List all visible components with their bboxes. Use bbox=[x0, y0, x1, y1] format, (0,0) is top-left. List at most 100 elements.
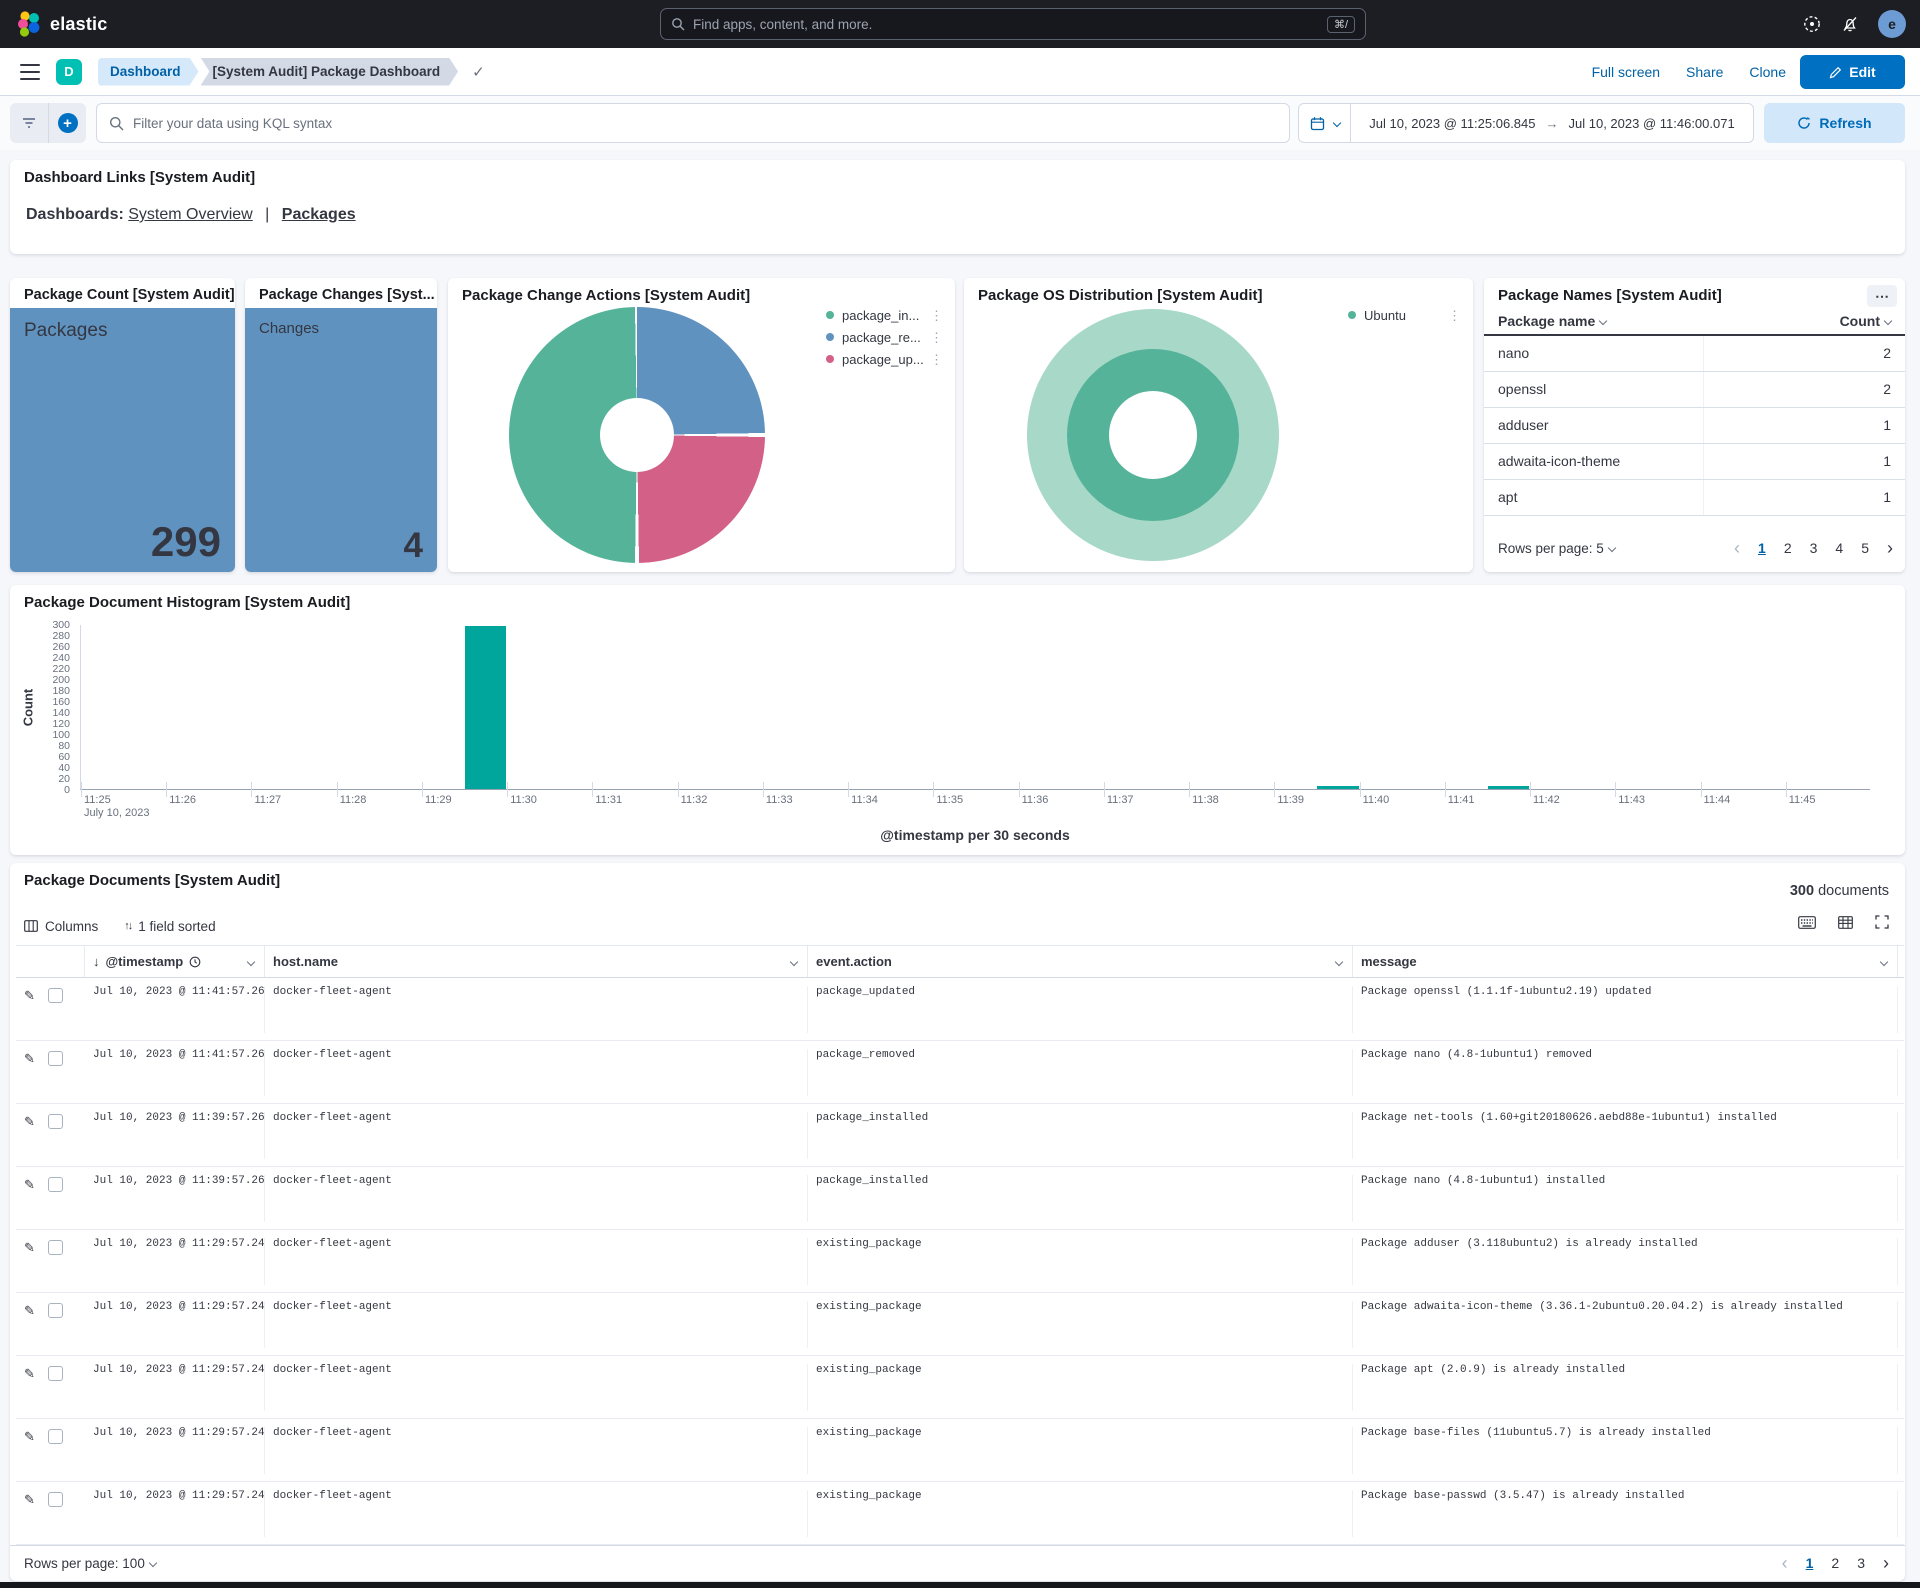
columns-button[interactable]: Columns bbox=[24, 919, 98, 934]
edit-row-icon[interactable]: ✎ bbox=[24, 1366, 35, 1382]
donut-chart[interactable] bbox=[1027, 309, 1279, 561]
help-icon[interactable] bbox=[1802, 14, 1822, 34]
column-header-timestamp[interactable]: ↓ @timestamp bbox=[85, 946, 265, 977]
y-axis-tick-label: 160 bbox=[10, 696, 70, 708]
row-checkbox[interactable] bbox=[48, 1177, 63, 1192]
page-3-button[interactable]: 3 bbox=[1810, 540, 1818, 556]
column-header-action[interactable]: event.action bbox=[808, 946, 1353, 977]
next-page-icon[interactable]: › bbox=[1883, 1554, 1889, 1572]
row-checkbox[interactable] bbox=[48, 1051, 63, 1066]
timestamp-cell: Jul 10, 2023 @ 11:29:57.246 bbox=[85, 1490, 265, 1537]
histogram-bar[interactable] bbox=[1488, 786, 1529, 789]
next-page-icon[interactable]: › bbox=[1887, 539, 1893, 557]
x-axis-tick-label: 11:33 bbox=[766, 794, 793, 806]
edit-row-icon[interactable]: ✎ bbox=[24, 1429, 35, 1445]
edit-row-icon[interactable]: ✎ bbox=[24, 1177, 35, 1193]
row-checkbox[interactable] bbox=[48, 988, 63, 1003]
panel-options-icon[interactable]: ⋯ bbox=[1867, 285, 1897, 307]
action-cell: package_removed bbox=[808, 1049, 1353, 1096]
host-cell: docker-fleet-agent bbox=[265, 1175, 808, 1222]
previous-page-icon[interactable]: ‹ bbox=[1782, 1554, 1788, 1572]
page-1-button[interactable]: 1 bbox=[1758, 540, 1766, 556]
edit-row-icon[interactable]: ✎ bbox=[24, 988, 35, 1004]
previous-page-icon[interactable]: ‹ bbox=[1734, 539, 1740, 557]
calendar-icon[interactable] bbox=[1299, 104, 1351, 142]
row-checkbox[interactable] bbox=[48, 1492, 63, 1507]
dashboard-app-badge[interactable]: D bbox=[56, 59, 82, 85]
menu-icon[interactable] bbox=[20, 64, 40, 80]
page-2-button[interactable]: 2 bbox=[1784, 540, 1792, 556]
avatar[interactable]: e bbox=[1878, 10, 1906, 38]
display-options-icon[interactable] bbox=[1838, 916, 1853, 929]
package-count-cell: 1 bbox=[1883, 489, 1891, 505]
row-checkbox[interactable] bbox=[48, 1303, 63, 1318]
table-row: adduser1 bbox=[1484, 408, 1905, 444]
rows-per-page-button[interactable]: Rows per page: 5 bbox=[1498, 541, 1615, 556]
row-checkbox[interactable] bbox=[48, 1366, 63, 1381]
chart-legend: package_in... package_re... package_up..… bbox=[826, 306, 946, 386]
full-screen-link[interactable]: Full screen bbox=[1592, 64, 1660, 80]
x-axis-tick-label: 11:27 bbox=[254, 794, 281, 806]
histogram-bar[interactable] bbox=[465, 626, 506, 789]
sort-descending-icon: ↓ bbox=[93, 954, 100, 969]
page-2-button[interactable]: 2 bbox=[1831, 1555, 1839, 1571]
edit-row-icon[interactable]: ✎ bbox=[24, 1492, 35, 1508]
edit-row-icon[interactable]: ✎ bbox=[24, 1303, 35, 1319]
refresh-button[interactable]: Refresh bbox=[1764, 103, 1905, 143]
row-checkbox[interactable] bbox=[48, 1114, 63, 1129]
column-header-host[interactable]: host.name bbox=[265, 946, 808, 977]
global-search-input[interactable]: Find apps, content, and more. ⌘/ bbox=[660, 8, 1366, 40]
breadcrumb-current[interactable]: [System Audit] Package Dashboard bbox=[201, 58, 459, 86]
page-1-button[interactable]: 1 bbox=[1806, 1555, 1814, 1571]
date-from[interactable]: Jul 10, 2023 @ 11:25:06.845 bbox=[1369, 116, 1535, 131]
edit-row-icon[interactable]: ✎ bbox=[24, 1114, 35, 1130]
panel-title: Package Count [System Audit] bbox=[24, 287, 235, 303]
histogram-bar[interactable] bbox=[1317, 786, 1358, 789]
legend-item: package_up... bbox=[826, 350, 924, 368]
legend-item-menu-icon[interactable]: ⋮ bbox=[930, 352, 943, 368]
column-header-message[interactable]: message bbox=[1353, 946, 1898, 977]
breadcrumb-dashboard[interactable]: Dashboard bbox=[98, 58, 199, 86]
system-overview-link[interactable]: System Overview bbox=[128, 206, 252, 223]
table-row: adwaita-icon-theme1 bbox=[1484, 444, 1905, 480]
filter-icon[interactable] bbox=[10, 103, 48, 143]
legend-item-menu-icon[interactable]: ⋮ bbox=[930, 330, 943, 346]
share-link[interactable]: Share bbox=[1686, 64, 1723, 80]
saved-check-icon[interactable]: ✓ bbox=[472, 63, 485, 81]
donut-chart[interactable] bbox=[509, 307, 765, 563]
column-header-package-name[interactable]: Package name bbox=[1498, 313, 1606, 329]
rows-per-page-button[interactable]: Rows per page: 100 bbox=[24, 1556, 156, 1571]
legend-item-menu-icon[interactable]: ⋮ bbox=[930, 308, 943, 324]
legend-item-menu-icon[interactable]: ⋮ bbox=[1448, 308, 1461, 324]
alerts-icon[interactable] bbox=[1840, 14, 1860, 34]
edit-row-icon[interactable]: ✎ bbox=[24, 1051, 35, 1067]
column-header-count[interactable]: Count bbox=[1840, 313, 1891, 329]
page-5-button[interactable]: 5 bbox=[1861, 540, 1869, 556]
clone-link[interactable]: Clone bbox=[1749, 64, 1786, 80]
pagination: ‹ 1 2 3 › bbox=[1782, 1554, 1889, 1572]
page-3-button[interactable]: 3 bbox=[1857, 1555, 1865, 1571]
edit-row-icon[interactable]: ✎ bbox=[24, 1240, 35, 1256]
date-to[interactable]: Jul 10, 2023 @ 11:46:00.071 bbox=[1569, 116, 1735, 131]
sort-fields-button[interactable]: ↑↓ 1 field sorted bbox=[124, 919, 215, 934]
row-checkbox[interactable] bbox=[48, 1429, 63, 1444]
row-checkbox[interactable] bbox=[48, 1240, 63, 1255]
date-range-picker[interactable]: Jul 10, 2023 @ 11:25:06.845 → Jul 10, 20… bbox=[1298, 103, 1754, 143]
edit-button[interactable]: Edit bbox=[1800, 55, 1905, 89]
add-filter-icon[interactable]: + bbox=[48, 103, 86, 143]
kql-search-input[interactable]: Filter your data using KQL syntax bbox=[96, 103, 1290, 143]
packages-link[interactable]: Packages bbox=[282, 206, 356, 223]
panel-title: Package Changes [Syst... bbox=[259, 287, 435, 303]
x-axis-tick-label: 11:38 bbox=[1192, 794, 1219, 806]
histogram-plot bbox=[80, 625, 1870, 790]
y-axis-tick-label: 200 bbox=[10, 674, 70, 686]
keyboard-shortcuts-icon[interactable] bbox=[1798, 916, 1816, 929]
fullscreen-icon[interactable] bbox=[1875, 915, 1889, 929]
page-4-button[interactable]: 4 bbox=[1835, 540, 1843, 556]
legend-label: package_re... bbox=[842, 330, 921, 345]
panel-dashboard-links: Dashboard Links [System Audit] Dashboard… bbox=[10, 160, 1905, 254]
legend-dot bbox=[826, 355, 834, 363]
dashboard-toolbar: D Dashboard [System Audit] Package Dashb… bbox=[0, 48, 1920, 96]
table-row: ✎Jul 10, 2023 @ 11:39:57.261docker-fleet… bbox=[16, 1104, 1904, 1167]
panel-title: Package Document Histogram [System Audit… bbox=[24, 594, 350, 611]
